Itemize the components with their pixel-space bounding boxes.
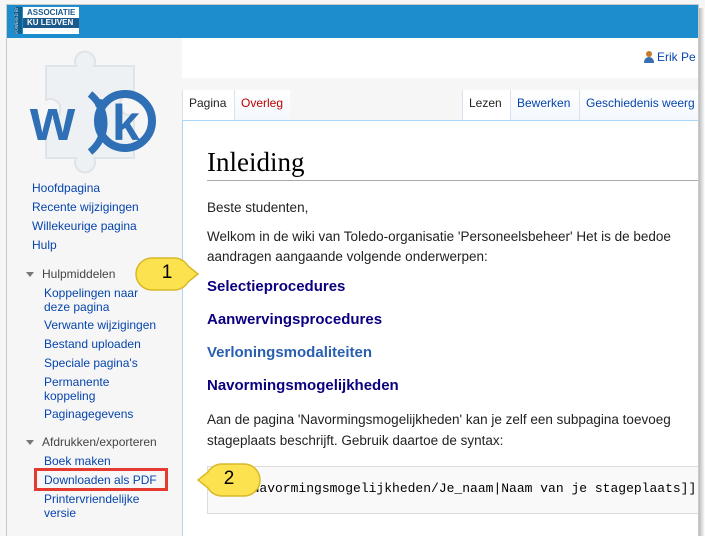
code-syntax: [[Navormingsmogelijkheden/Je_naam|Naam v… (236, 481, 697, 496)
user-name: Erik Pe (657, 50, 696, 64)
tools-heading-label: Hulpmiddelen (42, 267, 116, 281)
user-link[interactable]: Erik Pe (644, 50, 696, 64)
intro-line-1: Welkom in de wiki van Toledo-organisatie… (207, 229, 671, 244)
nav-link-hoofdpagina[interactable]: Hoofdpagina (32, 181, 100, 196)
intro-line-2: aandragen aangaande volgende onderwerpen… (207, 249, 488, 264)
page-title: Inleiding (207, 147, 305, 177)
associatie-kuleuven-logo[interactable]: POWERED BY ASSOCIATIE KU LEUVEN (14, 7, 80, 34)
nav-link-hulp[interactable]: Hulp (32, 238, 57, 253)
topic-link-verloningsmodaliteiten[interactable]: Verloningsmodaliteiten (207, 344, 372, 361)
print-heading[interactable]: Afdrukken/exporteren (26, 435, 157, 449)
logo-line-2: KU LEUVEN (23, 18, 80, 28)
logo-line-1: ASSOCIATIE (27, 8, 76, 17)
nav-link-willekeurige-pagina[interactable]: Willekeurige pagina (32, 219, 137, 234)
wiki-puzzle-logo[interactable]: w k (28, 48, 166, 178)
callout-number: 1 (161, 262, 173, 283)
paragraph-line-1: Aan de pagina 'Navormingsmogelijkheden' … (207, 412, 671, 427)
callout-number: 2 (223, 468, 235, 489)
paragraph-line-2: stageplaats beschrijft. Gebruik daartoe … (207, 433, 504, 448)
tabs-row: Pagina Overleg Lezen Bewerken Geschieden… (182, 78, 699, 120)
collapse-triangle-icon (26, 439, 34, 445)
callout-2: 2 (196, 462, 262, 498)
svg-text:w: w (29, 88, 76, 153)
tools-link-permanente-koppeling[interactable]: Permanente koppeling (44, 375, 134, 403)
tab-bewerken[interactable]: Bewerken (510, 90, 579, 120)
nav-link-recente-wijzigingen[interactable]: Recente wijzigingen (32, 200, 139, 215)
print-link-printervriendelijk[interactable]: Printervriendelijke versie (44, 492, 154, 520)
window-shadow (699, 8, 705, 536)
tab-pagina[interactable]: Pagina (182, 90, 234, 120)
top-banner: POWERED BY ASSOCIATIE KU LEUVEN (6, 4, 699, 38)
greeting-text: Beste studenten, (207, 200, 309, 215)
tools-link-speciale-paginas[interactable]: Speciale pagina's (44, 356, 179, 370)
pdf-highlight-box (34, 468, 168, 491)
tools-link-bestand-uploaden[interactable]: Bestand uploaden (44, 337, 179, 351)
tools-heading[interactable]: Hulpmiddelen (26, 267, 115, 281)
user-icon (644, 51, 654, 63)
collapse-triangle-icon (26, 271, 34, 277)
powered-by-text: POWERED BY (14, 7, 22, 34)
tools-link-paginagegevens[interactable]: Paginagegevens (44, 407, 179, 421)
tab-geschiedenis[interactable]: Geschiedenis weerg (579, 90, 699, 120)
tools-link-verwante-wijzigingen[interactable]: Verwante wijzigingen (44, 318, 179, 332)
topic-link-selectieprocedures[interactable]: Selectieprocedures (207, 278, 345, 295)
print-link-boek-maken[interactable]: Boek maken (44, 454, 179, 468)
topic-link-aanwervingsprocedures[interactable]: Aanwervingsprocedures (207, 311, 382, 328)
tab-overleg[interactable]: Overleg (234, 90, 290, 120)
callout-1: 1 (134, 256, 200, 292)
title-divider (207, 180, 699, 181)
topic-link-navormingsmogelijkheden[interactable]: Navormingsmogelijkheden (207, 377, 399, 394)
tab-lezen[interactable]: Lezen (462, 90, 510, 120)
print-heading-label: Afdrukken/exporteren (42, 435, 157, 449)
wiki-window: POWERED BY ASSOCIATIE KU LEUVEN Erik Pe … (0, 0, 705, 536)
svg-text:k: k (112, 95, 140, 151)
